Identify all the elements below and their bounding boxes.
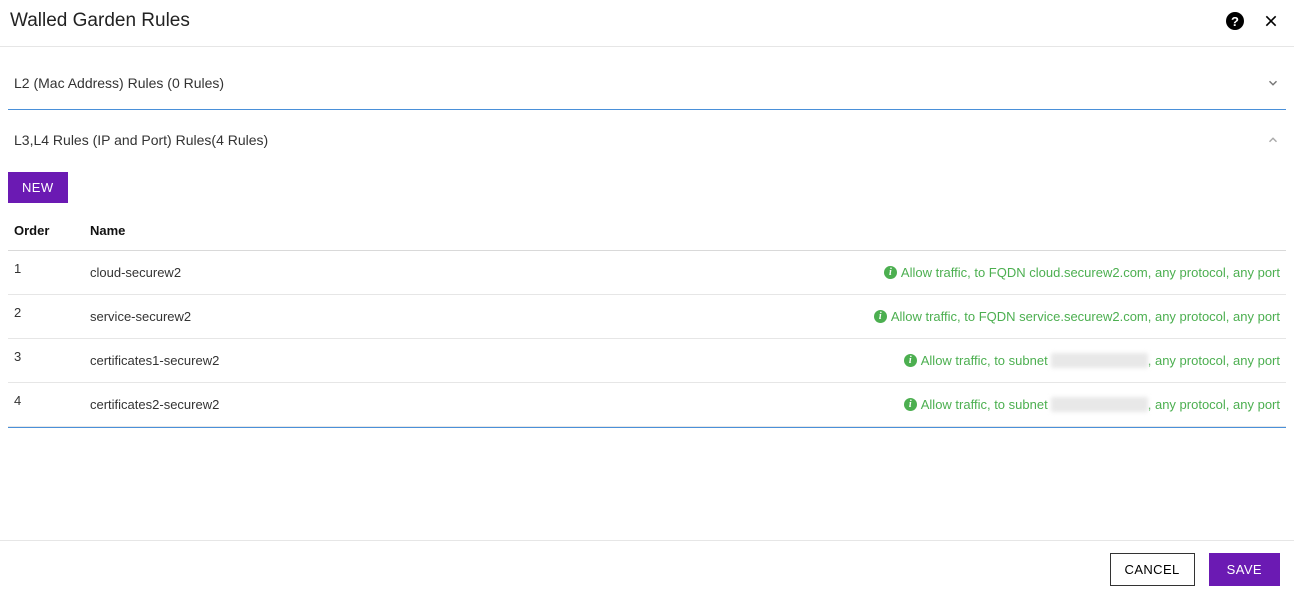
table-row[interactable]: 4 certificates2-securew2 i Allow traffic… [8,383,1286,427]
cell-name: service-securew2 [84,295,388,339]
rule-desc-text: Allow traffic, to FQDN cloud.securew2.co… [901,265,1280,280]
rule-desc-redacted: xxx.xxx.xxx.x/xx [1051,353,1147,368]
section-l3l4-body: NEW Order Name 1 cloud-securew2 [8,166,1286,427]
cell-desc: i Allow traffic, to FQDN cloud.securew2.… [388,251,1286,295]
cell-order: 3 [8,339,84,383]
rule-desc-redacted: xxx.xxx.xxx.x/xx [1051,397,1147,412]
section-l2-header[interactable]: L2 (Mac Address) Rules (0 Rules) [8,47,1286,109]
table-row[interactable]: 1 cloud-securew2 i Allow traffic, to FQD… [8,251,1286,295]
cell-order: 4 [8,383,84,427]
dialog-content: L2 (Mac Address) Rules (0 Rules) L3,L4 R… [0,47,1294,428]
rule-description: i Allow traffic, to FQDN service.securew… [394,309,1280,324]
section-l3l4-title: L3,L4 Rules (IP and Port) Rules(4 Rules) [14,132,268,148]
cell-order: 1 [8,251,84,295]
rule-description: i Allow traffic, to FQDN cloud.securew2.… [394,265,1280,280]
cell-desc: i Allow traffic, to subnet xxx.xxx.xxx.x… [388,339,1286,383]
cancel-button[interactable]: CANCEL [1110,553,1195,586]
cell-order: 2 [8,295,84,339]
close-icon[interactable] [1262,12,1280,30]
dialog-footer: CANCEL SAVE [0,540,1294,598]
rule-desc-prefix: Allow traffic, to subnet [921,397,1052,412]
rules-table: Order Name 1 cloud-securew2 i Allow traf… [8,213,1286,427]
section-l3l4-header[interactable]: L3,L4 Rules (IP and Port) Rules(4 Rules) [8,110,1286,166]
rule-description: i Allow traffic, to subnet xxx.xxx.xxx.x… [394,397,1280,412]
cell-name: certificates1-securew2 [84,339,388,383]
rule-desc-suffix: , any protocol, any port [1148,397,1280,412]
info-icon: i [904,354,917,367]
chevron-up-icon [1266,133,1280,147]
table-row[interactable]: 2 service-securew2 i Allow traffic, to F… [8,295,1286,339]
table-head-row: Order Name [8,213,1286,251]
info-icon: i [904,398,917,411]
section-l2-title: L2 (Mac Address) Rules (0 Rules) [14,75,224,91]
table-row[interactable]: 3 certificates1-securew2 i Allow traffic… [8,339,1286,383]
page-title: Walled Garden Rules [10,10,190,32]
rule-description: i Allow traffic, to subnet xxx.xxx.xxx.x… [394,353,1280,368]
save-button[interactable]: SAVE [1209,553,1280,586]
rule-desc-suffix: , any protocol, any port [1148,353,1280,368]
dialog-header: Walled Garden Rules ? [0,0,1294,47]
header-actions: ? [1226,12,1280,30]
info-icon: i [874,310,887,323]
info-icon: i [884,266,897,279]
rule-desc-text: Allow traffic, to FQDN service.securew2.… [891,309,1280,324]
chevron-down-icon [1266,76,1280,90]
new-rule-button[interactable]: NEW [8,172,68,203]
cell-name: certificates2-securew2 [84,383,388,427]
cell-desc: i Allow traffic, to subnet xxx.xxx.xxx.x… [388,383,1286,427]
col-name: Name [84,213,388,251]
cell-desc: i Allow traffic, to FQDN service.securew… [388,295,1286,339]
section-l3l4-rules: L3,L4 Rules (IP and Port) Rules(4 Rules)… [8,110,1286,428]
help-icon[interactable]: ? [1226,12,1244,30]
col-order: Order [8,213,84,251]
col-desc [388,213,1286,251]
cell-name: cloud-securew2 [84,251,388,295]
section-l2-rules: L2 (Mac Address) Rules (0 Rules) [8,47,1286,110]
rule-desc-prefix: Allow traffic, to subnet [921,353,1052,368]
